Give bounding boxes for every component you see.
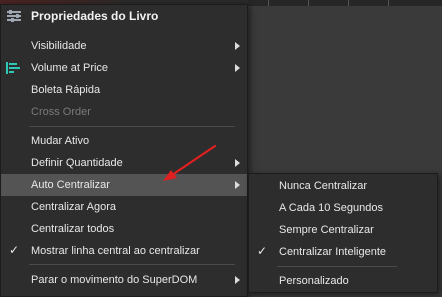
menu-item-label: Mudar Ativo — [31, 135, 90, 147]
submenu-item-label: Personalizado — [279, 275, 349, 287]
checkmark-icon: ✓ — [9, 243, 20, 257]
submenu-arrow-icon — [235, 42, 240, 50]
submenu-arrow-icon — [235, 159, 240, 167]
menu-item-visibilidade[interactable]: Visibilidade — [1, 35, 247, 57]
submenu-item-personalizado[interactable]: Personalizado — [249, 270, 437, 292]
menu-item-auto-centralizar[interactable]: Auto Centralizar — [1, 174, 247, 196]
menu-item-mudar-ativo[interactable]: Mudar Ativo — [1, 130, 247, 152]
menu-title: Propriedades do Livro — [31, 9, 159, 23]
menu-item-centralizar-todos[interactable]: Centralizar todos — [1, 218, 247, 240]
menu-item-label: Definir Quantidade — [31, 157, 123, 169]
volume-bars-icon — [6, 62, 20, 74]
submenu-item-nunca-centralizar[interactable]: Nunca Centralizar — [249, 175, 437, 197]
menu-item-label: Centralizar todos — [31, 223, 115, 235]
checkmark-icon: ✓ — [257, 244, 268, 258]
menu-separator — [29, 264, 235, 265]
submenu-item-a-cada-10-segundos[interactable]: A Cada 10 Segundos — [249, 197, 437, 219]
background-ticks — [248, 0, 442, 6]
submenu-separator — [277, 266, 397, 267]
submenu-item-centralizar-inteligente[interactable]: ✓ Centralizar Inteligente — [249, 241, 437, 263]
book-properties-context-menu: Propriedades do Livro Visibilidade Volum… — [0, 4, 248, 297]
menu-separator — [29, 126, 235, 127]
menu-item-definir-quantidade[interactable]: Definir Quantidade — [1, 152, 247, 174]
menu-item-cross-order[interactable]: Cross Order — [1, 101, 247, 123]
submenu-item-sempre-centralizar[interactable]: Sempre Centralizar — [249, 219, 437, 241]
menu-item-label: Auto Centralizar — [31, 179, 110, 191]
menu-item-label: Parar o movimento do SuperDOM — [31, 274, 198, 286]
menu-item-volume-at-price[interactable]: Volume at Price — [1, 57, 247, 79]
auto-centralizar-submenu: Nunca Centralizar A Cada 10 Segundos Sem… — [248, 173, 438, 293]
menu-item-label: Centralizar Agora — [31, 201, 116, 213]
submenu-item-label: Centralizar Inteligente — [279, 246, 387, 258]
menu-item-label: Boleta Rápida — [31, 84, 101, 96]
menu-item-label: Mostrar linha central ao centralizar — [31, 245, 200, 257]
menu-item-label: Cross Order — [31, 106, 91, 118]
submenu-arrow-icon — [235, 276, 240, 284]
submenu-item-label: Sempre Centralizar — [279, 224, 374, 236]
menu-header: Propriedades do Livro — [1, 5, 247, 27]
menu-item-label: Volume at Price — [31, 62, 109, 74]
menu-item-parar-superdom[interactable]: Parar o movimento do SuperDOM — [1, 269, 247, 291]
menu-item-centralizar-agora[interactable]: Centralizar Agora — [1, 196, 247, 218]
menu-item-label: Visibilidade — [31, 40, 87, 52]
submenu-arrow-icon — [235, 181, 240, 189]
sliders-icon — [7, 10, 21, 22]
menu-item-boleta-rapida[interactable]: Boleta Rápida — [1, 79, 247, 101]
submenu-item-label: A Cada 10 Segundos — [279, 202, 383, 214]
menu-item-mostrar-linha-central[interactable]: ✓ Mostrar linha central ao centralizar — [1, 240, 247, 262]
submenu-arrow-icon — [235, 64, 240, 72]
submenu-item-label: Nunca Centralizar — [279, 180, 368, 192]
